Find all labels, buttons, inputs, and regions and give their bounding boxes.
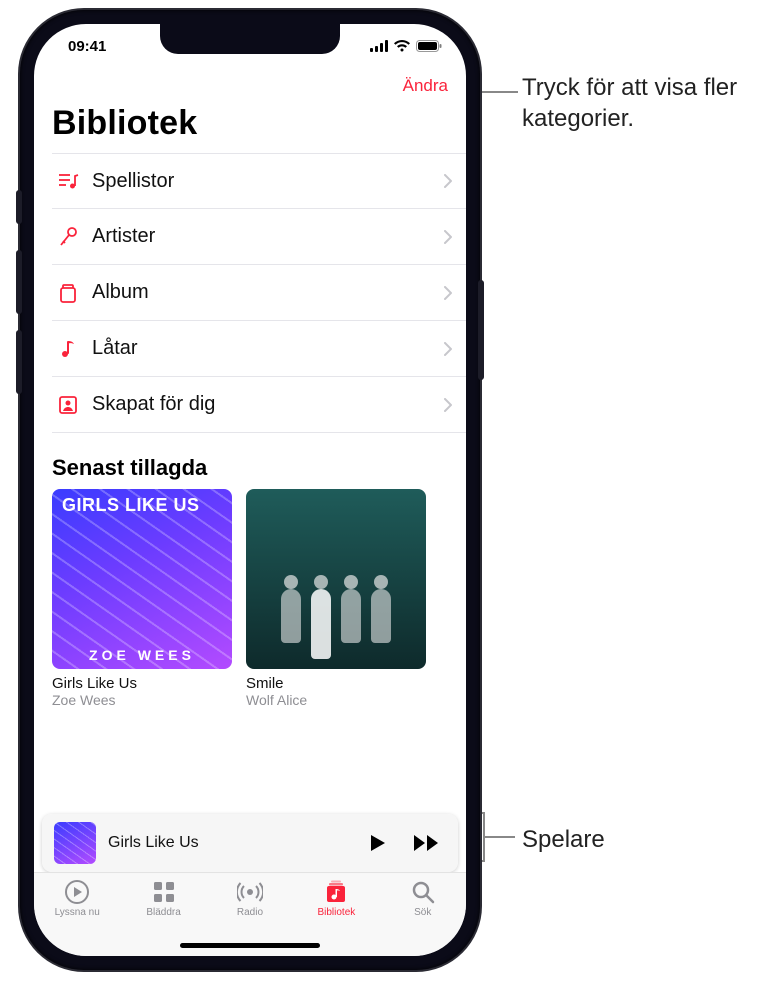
- nav-row: Ändra: [34, 68, 466, 96]
- album-art-text-bottom: ZOE WEES: [62, 647, 222, 663]
- annotation-edit-text: Tryck för att visa fler kategorier.: [522, 74, 737, 132]
- playlist-icon: [52, 169, 84, 193]
- album-item[interactable]: GIRLS LIKE US ZOE WEES Girls Like Us Zoe…: [52, 489, 232, 708]
- category-label: Album: [84, 281, 444, 304]
- category-playlists[interactable]: Spellistor: [52, 153, 466, 209]
- tab-label: Lyssna nu: [55, 907, 100, 918]
- note-icon: [52, 337, 84, 361]
- notch: [160, 24, 340, 54]
- page-title: Bibliotek: [34, 96, 466, 153]
- category-label: Artister: [84, 225, 444, 248]
- status-right: [370, 40, 442, 52]
- annotation-edit: Tryck för att visa fler kategorier.: [522, 72, 752, 134]
- mute-switch: [16, 190, 22, 224]
- tab-label: Radio: [237, 907, 263, 918]
- chevron-right-icon: [444, 174, 452, 188]
- album-title: Girls Like Us: [52, 669, 232, 692]
- album-art-figures: [246, 589, 426, 659]
- volume-up-button: [16, 250, 22, 314]
- album-icon: [52, 281, 84, 305]
- power-button: [478, 280, 484, 380]
- battery-icon: [416, 40, 442, 52]
- mini-player[interactable]: Girls Like Us: [42, 814, 458, 872]
- mic-icon: [52, 225, 84, 249]
- screen: 09:41 Ändra Bibliotek: [34, 24, 466, 956]
- album-artist: Wolf Alice: [246, 692, 426, 708]
- callout-bracket-h: [485, 836, 515, 838]
- tab-listen-now[interactable]: Lyssna nu: [41, 879, 113, 956]
- category-madeforyou[interactable]: Skapat för dig: [52, 377, 466, 433]
- edit-button[interactable]: Ändra: [403, 76, 448, 96]
- chevron-right-icon: [444, 286, 452, 300]
- recent-row: GIRLS LIKE US ZOE WEES Girls Like Us Zoe…: [34, 489, 466, 708]
- album-art-text-top: GIRLS LIKE US: [62, 495, 222, 516]
- album-artist: Zoe Wees: [52, 692, 232, 708]
- album-art: GIRLS LIKE US ZOE WEES: [52, 489, 232, 669]
- annotation-player: Spelare: [522, 824, 605, 855]
- volume-down-button: [16, 330, 22, 394]
- category-label: Låtar: [84, 337, 444, 360]
- status-time: 09:41: [68, 38, 106, 55]
- person-frame-icon: [52, 393, 84, 417]
- chevron-right-icon: [444, 230, 452, 244]
- recent-heading: Senast tillagda: [34, 433, 466, 489]
- tab-search[interactable]: Sök: [387, 879, 459, 956]
- category-artists[interactable]: Artister: [52, 209, 466, 265]
- album-art: [246, 489, 426, 669]
- wifi-icon: [393, 40, 411, 52]
- radio-icon: [237, 879, 263, 905]
- chevron-right-icon: [444, 342, 452, 356]
- play-button[interactable]: [360, 826, 394, 860]
- home-indicator[interactable]: [180, 943, 320, 948]
- library-icon: [323, 879, 349, 905]
- tab-label: Bläddra: [146, 907, 180, 918]
- category-label: Skapat för dig: [84, 393, 444, 416]
- album-title: Smile: [246, 669, 426, 692]
- phone-frame: 09:41 Ändra Bibliotek: [20, 10, 480, 970]
- category-list: Spellistor Artister Album: [34, 153, 466, 433]
- category-label: Spellistor: [84, 170, 444, 193]
- mini-player-title: Girls Like Us: [108, 834, 348, 852]
- album-item[interactable]: Smile Wolf Alice: [246, 489, 426, 708]
- category-albums[interactable]: Album: [52, 265, 466, 321]
- cellular-icon: [370, 40, 388, 52]
- annotation-player-text: Spelare: [522, 826, 605, 853]
- search-icon: [410, 879, 436, 905]
- chevron-right-icon: [444, 398, 452, 412]
- category-songs[interactable]: Låtar: [52, 321, 466, 377]
- mini-player-art: [54, 822, 96, 864]
- grid-icon: [151, 879, 177, 905]
- tab-label: Sök: [414, 907, 431, 918]
- next-button[interactable]: [406, 827, 446, 859]
- play-circle-icon: [64, 879, 90, 905]
- tab-label: Bibliotek: [317, 907, 355, 918]
